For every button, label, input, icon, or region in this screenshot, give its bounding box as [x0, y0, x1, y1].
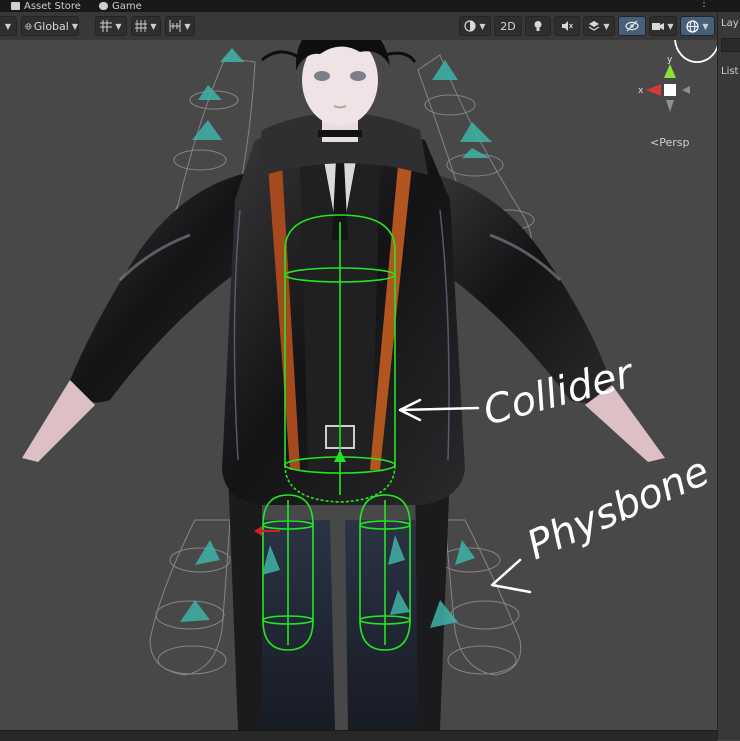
tab-game-label: Game [112, 0, 142, 12]
lighting-toggle[interactable] [525, 16, 551, 36]
chevron-down-icon: ▼ [71, 21, 78, 31]
lightbulb-icon [534, 21, 542, 31]
draw-mode-dropdown[interactable]: ▼ [0, 16, 17, 36]
chevron-down-icon: ▼ [603, 21, 610, 31]
bag-icon [11, 2, 20, 10]
orientation-gizmo[interactable]: y x <Persp [638, 55, 690, 149]
speaker-muted-icon [562, 21, 573, 31]
grid-snap-icon [100, 20, 113, 32]
layers-header[interactable]: Lay [721, 18, 739, 29]
effects-dropdown[interactable]: ▼ [583, 16, 615, 36]
eye-slash-icon [625, 20, 639, 32]
align-icon [169, 20, 181, 32]
camera-settings-dropdown[interactable]: ▼ [649, 16, 677, 36]
scene-toolbar: ▼ Global ▼ ▼ ▼ ▼ ▼ 2D ▼ ▼ ▼ [0, 12, 717, 41]
tab-more-icon[interactable]: ⋮ [699, 0, 709, 10]
globe-icon [25, 22, 32, 30]
chevron-down-icon: ▼ [4, 21, 12, 31]
shading-mode-dropdown[interactable]: ▼ [459, 16, 491, 36]
status-bar [0, 730, 717, 741]
axis-x-label: x [638, 86, 644, 96]
chevron-down-icon: ▼ [479, 21, 486, 31]
gizmo-center-cube[interactable] [664, 84, 676, 96]
axis-x-cone[interactable] [646, 84, 661, 96]
search-field[interactable] [721, 38, 740, 52]
pivot-space-dropdown[interactable]: Global ▼ [21, 16, 79, 36]
chevron-down-icon: ▼ [667, 21, 674, 31]
chevron-down-icon: ▼ [150, 21, 157, 31]
pivot-space-label: Global [33, 19, 69, 33]
projection-label[interactable]: <Persp [650, 136, 689, 149]
audio-toggle[interactable] [554, 16, 580, 36]
editor-tab-bar: Asset Store Game ⋮ [0, 0, 740, 12]
grid-snap-toggle[interactable]: ▼ [95, 16, 127, 36]
list-label: List [721, 66, 739, 77]
toggle-2d-button[interactable]: 2D [494, 16, 522, 36]
annotation-physbone-label: Physbone [520, 448, 716, 569]
camera-icon [652, 23, 665, 30]
axis-y-cone[interactable] [664, 64, 676, 78]
increment-snap-icon [135, 20, 148, 32]
layers-effects-icon [589, 21, 600, 31]
scene-visibility-toggle[interactable] [618, 16, 646, 36]
inspector-panel: Lay List [717, 12, 740, 740]
toggle-2d-label: 2D [500, 19, 516, 33]
chevron-down-icon: ▼ [702, 21, 709, 31]
chevron-down-icon: ▼ [184, 21, 191, 31]
annotation-circle [674, 40, 717, 63]
axis-y-label: y [667, 55, 673, 65]
tab-asset-store[interactable]: Asset Store [11, 0, 81, 12]
increment-snap-toggle[interactable]: ▼ [131, 16, 161, 36]
align-tools-toggle[interactable]: ▼ [165, 16, 195, 36]
gamepad-icon [99, 2, 108, 10]
gizmo-globe-icon [686, 19, 700, 33]
tab-asset-store-label: Asset Store [24, 0, 81, 12]
shading-sphere-icon [464, 20, 477, 32]
tab-game[interactable]: Game [99, 0, 142, 12]
annotation-physbone: Physbone [490, 448, 716, 594]
scene-view[interactable]: Collider Physbone y x <Persp [0, 40, 717, 730]
chevron-down-icon: ▼ [115, 21, 122, 31]
gizmos-dropdown[interactable]: ▼ [680, 16, 715, 36]
